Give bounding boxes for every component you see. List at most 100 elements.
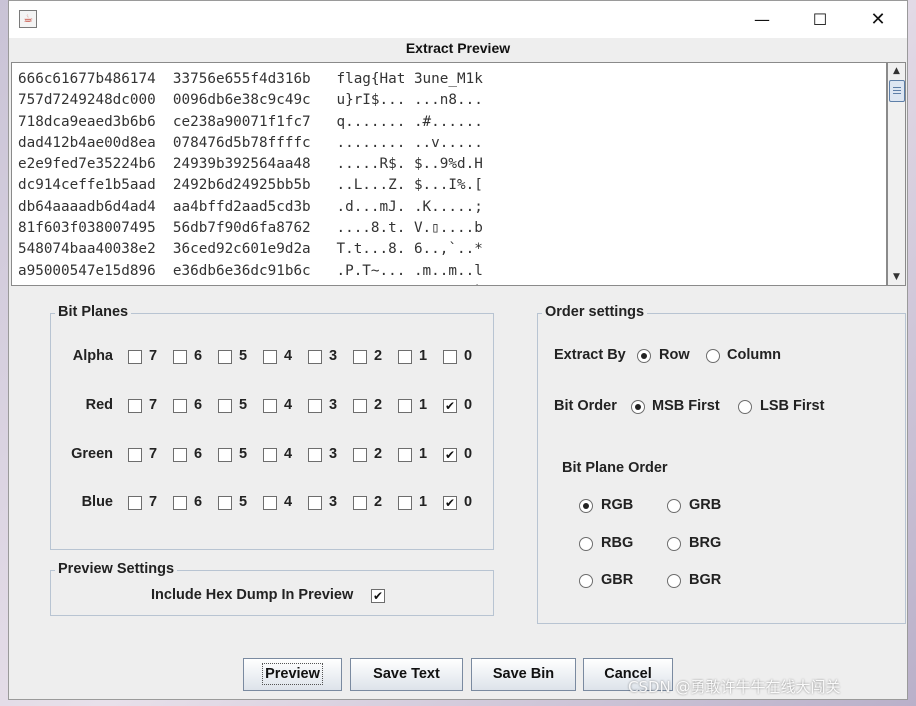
preview-scrollbar[interactable]: ▲ ▼ — [887, 62, 906, 286]
channel-label-alpha: Alpha — [72, 348, 113, 364]
hex-dump-checkbox[interactable]: ✔ — [371, 589, 385, 603]
bit-label: 3 — [329, 446, 338, 462]
bit-checkbox-red-3[interactable] — [308, 399, 322, 413]
bit-order-msb-label[interactable]: MSB First — [652, 398, 720, 414]
bit-checkbox-alpha-2[interactable] — [353, 350, 367, 364]
bit-checkbox-alpha-1[interactable] — [398, 350, 412, 364]
bit-order-lsb-label[interactable]: LSB First — [760, 398, 824, 414]
bit-label: 6 — [194, 348, 203, 364]
bit-checkbox-red-7[interactable] — [128, 399, 142, 413]
bit-label: 2 — [374, 494, 383, 510]
bit-checkbox-red-0[interactable]: ✔ — [443, 399, 457, 413]
bit-plane-order-gbr-label[interactable]: GBR — [601, 572, 633, 588]
bit-checkbox-alpha-7[interactable] — [128, 350, 142, 364]
bit-checkbox-blue-5[interactable] — [218, 496, 232, 510]
bit-checkbox-red-1[interactable] — [398, 399, 412, 413]
bit-label: 0 — [464, 494, 473, 510]
dialog-title: Extract Preview — [405, 40, 511, 56]
bit-checkbox-blue-1[interactable] — [398, 496, 412, 510]
bit-checkbox-red-6[interactable] — [173, 399, 187, 413]
bit-plane-order-rbg-radio[interactable] — [579, 537, 593, 551]
bit-label: 7 — [149, 446, 158, 462]
bit-label: 0 — [464, 446, 473, 462]
bit-checkbox-red-4[interactable] — [263, 399, 277, 413]
preview-button[interactable]: Preview — [243, 658, 342, 691]
bit-checkbox-blue-6[interactable] — [173, 496, 187, 510]
bit-label: 5 — [239, 348, 248, 364]
bit-checkbox-green-4[interactable] — [263, 448, 277, 462]
bit-plane-order-brg-radio[interactable] — [667, 537, 681, 551]
channel-label-red: Red — [85, 397, 113, 413]
minimize-button[interactable]: — — [739, 1, 785, 38]
bit-plane-order-bgr-label[interactable]: BGR — [689, 572, 721, 588]
bit-checkbox-blue-0[interactable]: ✔ — [443, 496, 457, 510]
channel-label-blue: Blue — [81, 494, 113, 510]
save-bin-button[interactable]: Save Bin — [471, 658, 576, 691]
scroll-thumb[interactable] — [889, 80, 905, 102]
preview-lines: 666c61677b486174 33756e655f4d316b flag{H… — [18, 71, 483, 285]
bit-checkbox-green-7[interactable] — [128, 448, 142, 462]
bit-label: 6 — [194, 494, 203, 510]
bit-checkbox-alpha-4[interactable] — [263, 350, 277, 364]
extract-by-row-radio[interactable] — [637, 349, 651, 363]
bit-checkbox-green-0[interactable]: ✔ — [443, 448, 457, 462]
bit-label: 3 — [329, 348, 338, 364]
bit-label: 4 — [284, 446, 293, 462]
bit-checkbox-blue-4[interactable] — [263, 496, 277, 510]
bit-order-lsb-radio[interactable] — [738, 400, 752, 414]
bit-order-label: Bit Order — [554, 398, 617, 414]
maximize-button[interactable]: ☐ — [797, 1, 843, 38]
bit-label: 5 — [239, 397, 248, 413]
bit-checkbox-red-2[interactable] — [353, 399, 367, 413]
bit-checkbox-blue-3[interactable] — [308, 496, 322, 510]
bit-planes-title: Bit Planes — [55, 304, 132, 320]
bit-checkbox-blue-2[interactable] — [353, 496, 367, 510]
bit-label: 0 — [464, 348, 473, 364]
scroll-up-icon[interactable]: ▲ — [888, 63, 905, 79]
bit-plane-order-label: Bit Plane Order — [562, 460, 668, 476]
extract-by-row-label[interactable]: Row — [659, 347, 690, 363]
bit-label: 7 — [149, 494, 158, 510]
bit-checkbox-green-2[interactable] — [353, 448, 367, 462]
csdn-watermark: CSDN @勇敢许牛牛在线大闯关 — [628, 678, 841, 696]
bit-plane-order-rgb-radio[interactable] — [579, 499, 593, 513]
bit-label: 0 — [464, 397, 473, 413]
bit-label: 1 — [419, 348, 428, 364]
bit-plane-order-bgr-radio[interactable] — [667, 574, 681, 588]
bit-plane-order-brg-label[interactable]: BRG — [689, 535, 721, 551]
extract-by-label: Extract By — [554, 347, 626, 363]
bit-checkbox-green-6[interactable] — [173, 448, 187, 462]
bit-label: 7 — [149, 348, 158, 364]
bit-label: 6 — [194, 397, 203, 413]
extract-preview-window: ☕ — ☐ ✕ Extract Preview 666c61677b486174… — [8, 0, 908, 700]
bit-checkbox-alpha-5[interactable] — [218, 350, 232, 364]
bit-checkbox-green-3[interactable] — [308, 448, 322, 462]
bit-checkbox-green-1[interactable] — [398, 448, 412, 462]
preview-button-label: Preview — [262, 663, 323, 685]
bit-plane-order-grb-label[interactable]: GRB — [689, 497, 721, 513]
close-button[interactable]: ✕ — [855, 1, 901, 38]
bit-plane-order-grb-radio[interactable] — [667, 499, 681, 513]
bit-checkbox-blue-7[interactable] — [128, 496, 142, 510]
extract-by-column-label[interactable]: Column — [727, 347, 781, 363]
bit-checkbox-alpha-0[interactable] — [443, 350, 457, 364]
preview-settings-title: Preview Settings — [55, 561, 178, 577]
bit-checkbox-green-5[interactable] — [218, 448, 232, 462]
bit-checkbox-red-5[interactable] — [218, 399, 232, 413]
bit-label: 4 — [284, 397, 293, 413]
bit-checkbox-alpha-3[interactable] — [308, 350, 322, 364]
bit-plane-order-rgb-label[interactable]: RGB — [601, 497, 633, 513]
save-text-button[interactable]: Save Text — [350, 658, 463, 691]
bit-label: 6 — [194, 446, 203, 462]
scroll-down-icon[interactable]: ▼ — [888, 269, 905, 285]
channel-label-green: Green — [71, 446, 113, 462]
bit-order-msb-radio[interactable] — [631, 400, 645, 414]
title-bar[interactable]: ☕ — ☐ ✕ — [9, 1, 907, 38]
bit-plane-order-gbr-radio[interactable] — [579, 574, 593, 588]
bit-label: 2 — [374, 446, 383, 462]
bit-checkbox-alpha-6[interactable] — [173, 350, 187, 364]
extract-by-column-radio[interactable] — [706, 349, 720, 363]
bit-plane-order-rbg-label[interactable]: RBG — [601, 535, 633, 551]
preview-text-area[interactable]: 666c61677b486174 33756e655f4d316b flag{H… — [11, 62, 887, 286]
bit-label: 5 — [239, 446, 248, 462]
